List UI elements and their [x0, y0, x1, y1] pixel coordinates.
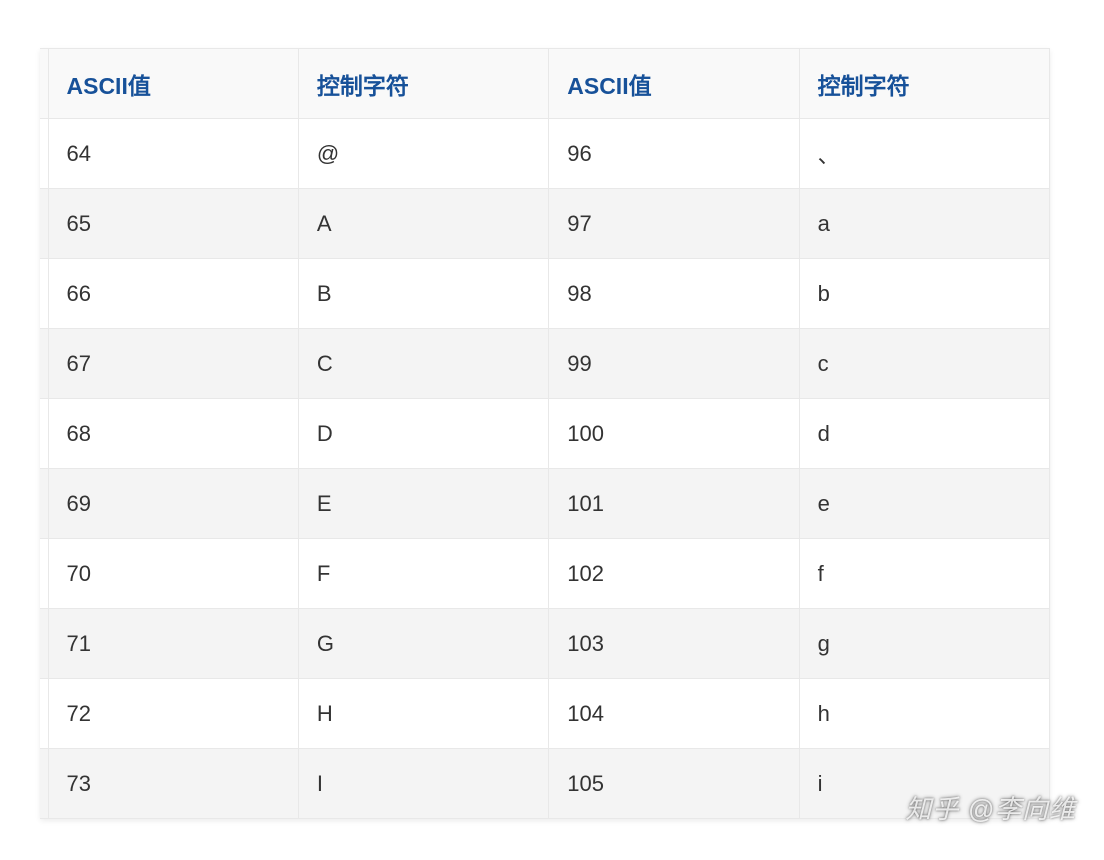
table-row: 72 H 104 h	[40, 679, 1050, 749]
table-cell-char: @	[298, 119, 548, 189]
table-row: 68 D 100 d	[40, 399, 1050, 469]
table-cell-char: C	[298, 329, 548, 399]
table-cell-ascii: 73	[48, 749, 298, 819]
table-cell-ascii: 102	[549, 539, 799, 609]
table-row: 69 E 101 e	[40, 469, 1050, 539]
table-cell-gutter	[40, 469, 48, 539]
table-cell-char: G	[298, 609, 548, 679]
table-cell-ascii: 65	[48, 189, 298, 259]
table-row: 67 C 99 c	[40, 329, 1050, 399]
table-cell-ascii: 67	[48, 329, 298, 399]
table-cell-char: h	[799, 679, 1049, 749]
table-header-row: ASCII值 控制字符 ASCII值 控制字符	[40, 49, 1050, 119]
table-cell-ascii: 101	[549, 469, 799, 539]
table-row: 65 A 97 a	[40, 189, 1050, 259]
table-cell-ascii: 97	[549, 189, 799, 259]
table-cell-char: 、	[799, 119, 1049, 189]
table-cell-char: B	[298, 259, 548, 329]
table-row: 64 @ 96 、	[40, 119, 1050, 189]
table-cell-ascii: 103	[549, 609, 799, 679]
table-header-ascii-1: ASCII值	[48, 49, 298, 119]
table-cell-ascii: 98	[549, 259, 799, 329]
table-cell-char: H	[298, 679, 548, 749]
table-cell-char: E	[298, 469, 548, 539]
table-cell-gutter	[40, 259, 48, 329]
table-cell-gutter	[40, 749, 48, 819]
table-cell-ascii: 68	[48, 399, 298, 469]
table-cell-char: I	[298, 749, 548, 819]
table-header-char-1: 控制字符	[298, 49, 548, 119]
table-header-char-2: 控制字符	[799, 49, 1049, 119]
table-cell-gutter	[40, 679, 48, 749]
ascii-table: ASCII值 控制字符 ASCII值 控制字符 64 @ 96 、 65 A 9…	[40, 48, 1050, 819]
table-cell-ascii: 99	[549, 329, 799, 399]
table-cell-ascii: 64	[48, 119, 298, 189]
table-cell-char: b	[799, 259, 1049, 329]
table-row: 73 I 105 i	[40, 749, 1050, 819]
table-cell-ascii: 105	[549, 749, 799, 819]
table-header-ascii-2: ASCII值	[549, 49, 799, 119]
table-cell-gutter	[40, 119, 48, 189]
watermark-text: 知乎 @李向维	[905, 789, 1076, 826]
table-cell-gutter	[40, 329, 48, 399]
table-cell-gutter	[40, 399, 48, 469]
ascii-table-container: ASCII值 控制字符 ASCII值 控制字符 64 @ 96 、 65 A 9…	[40, 48, 1050, 819]
table-row: 66 B 98 b	[40, 259, 1050, 329]
table-cell-ascii: 71	[48, 609, 298, 679]
table-cell-char: f	[799, 539, 1049, 609]
table-cell-char: D	[298, 399, 548, 469]
table-header-gutter	[40, 49, 48, 119]
table-cell-char: d	[799, 399, 1049, 469]
table-cell-ascii: 69	[48, 469, 298, 539]
table-cell-ascii: 100	[549, 399, 799, 469]
table-row: 71 G 103 g	[40, 609, 1050, 679]
table-cell-ascii: 104	[549, 679, 799, 749]
table-cell-ascii: 70	[48, 539, 298, 609]
table-cell-char: A	[298, 189, 548, 259]
table-cell-ascii: 96	[549, 119, 799, 189]
table-cell-gutter	[40, 189, 48, 259]
table-cell-char: c	[799, 329, 1049, 399]
table-cell-char: F	[298, 539, 548, 609]
table-cell-char: e	[799, 469, 1049, 539]
table-cell-gutter	[40, 609, 48, 679]
table-cell-char: g	[799, 609, 1049, 679]
table-cell-gutter	[40, 539, 48, 609]
table-cell-ascii: 66	[48, 259, 298, 329]
table-row: 70 F 102 f	[40, 539, 1050, 609]
table-cell-char: a	[799, 189, 1049, 259]
table-cell-ascii: 72	[48, 679, 298, 749]
